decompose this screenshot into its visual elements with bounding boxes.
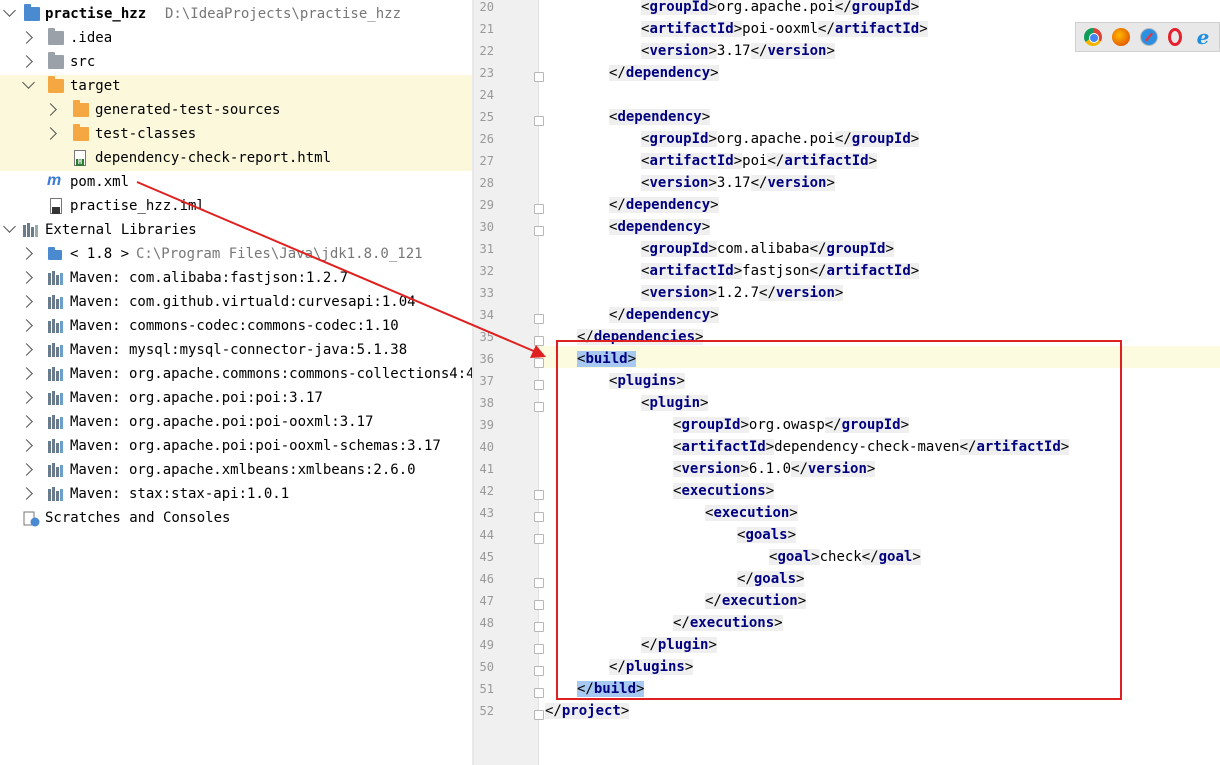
annotation-arrow: [136, 181, 546, 358]
opera-icon[interactable]: [1168, 28, 1182, 46]
browser-preview-bar: e: [1075, 22, 1220, 52]
firefox-icon[interactable]: [1112, 28, 1130, 46]
safari-icon[interactable]: [1140, 28, 1158, 46]
chrome-icon[interactable]: [1084, 28, 1102, 46]
ie-icon[interactable]: e: [1194, 27, 1212, 47]
